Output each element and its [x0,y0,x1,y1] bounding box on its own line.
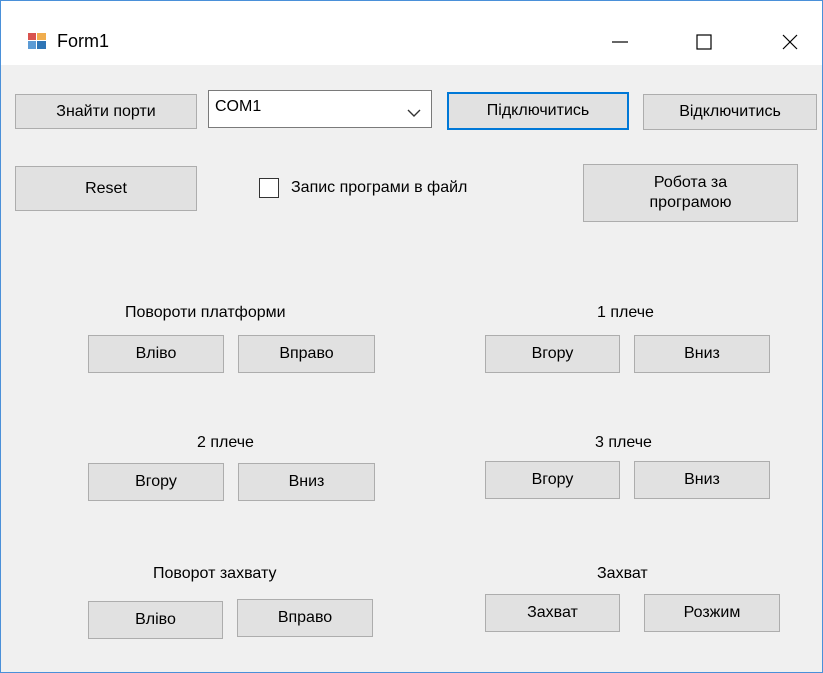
shoulder1-up-button[interactable]: Вгору [485,335,620,373]
window-title: Form1 [57,31,110,51]
shoulder1-title: 1 плече [597,304,654,321]
platform-left-button[interactable]: Вліво [88,335,224,373]
maximize-icon [696,34,712,50]
shoulder3-down-button[interactable]: Вниз [634,461,770,499]
run-program-button[interactable]: Робота за програмою [583,164,798,222]
minimize-button[interactable] [597,19,643,65]
shoulder3-up-button[interactable]: Вгору [485,461,620,499]
port-select-value: COM1 [215,98,262,115]
chevron-down-icon[interactable] [407,105,421,123]
title-bar[interactable]: Form1 [1,1,822,65]
platform-right-button[interactable]: Вправо [238,335,375,373]
platform-title: Повороти платформи [125,304,286,321]
grip-rotate-right-button[interactable]: Вправо [237,599,373,637]
port-select[interactable]: COM1 [208,90,432,128]
close-button[interactable] [767,19,813,65]
shoulder2-up-button[interactable]: Вгору [88,463,224,501]
app-icon [27,31,47,51]
grip-grab-button[interactable]: Захват [485,594,620,632]
find-ports-button[interactable]: Знайти порти [15,94,197,129]
main-window: Form1 Знайти порти COM1 Підключитись Від… [0,0,823,673]
close-icon [782,34,798,50]
shoulder3-title: 3 плече [595,434,652,451]
grip-release-button[interactable]: Розжим [644,594,780,632]
disconnect-button[interactable]: Відключитись [643,94,817,130]
grip-rotate-left-button[interactable]: Вліво [88,601,223,639]
minimize-icon [612,41,628,43]
shoulder2-down-button[interactable]: Вниз [238,463,375,501]
shoulder1-down-button[interactable]: Вниз [634,335,770,373]
grip-title: Захват [597,565,648,582]
reset-button[interactable]: Reset [15,166,197,211]
shoulder2-title: 2 плече [197,434,254,451]
checkbox-label: Запис програми в файл [291,179,468,196]
connect-button[interactable]: Підключитись [447,92,629,130]
checkbox-box[interactable] [259,178,279,198]
grip-rotate-title: Поворот захвату [153,565,277,582]
maximize-button[interactable] [681,19,727,65]
